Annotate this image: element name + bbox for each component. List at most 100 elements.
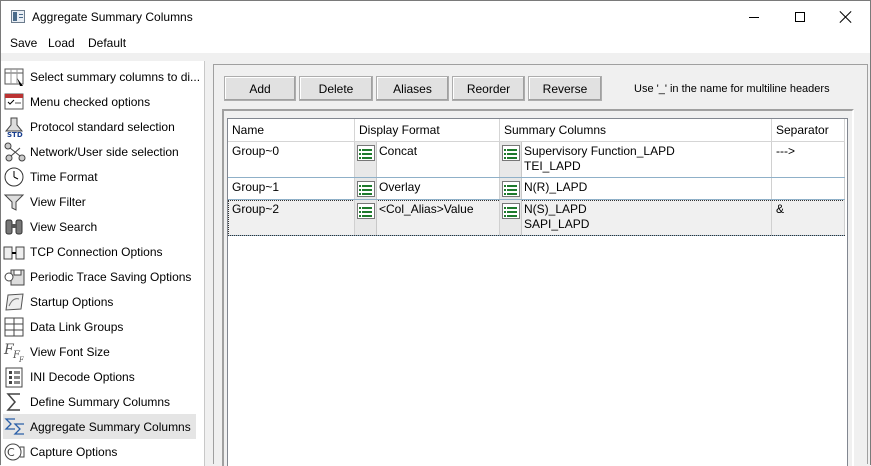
summary-column-item: Supervisory Function_LAPD [524,144,675,158]
window-title: Aggregate Summary Columns [32,10,193,24]
periodic-save-icon [3,266,27,288]
options-sidebar: Select summary columns to di... Menu che… [1,61,204,466]
sidebar-item-select-summary-columns[interactable]: Select summary columns to di... [3,64,202,89]
sidebar-item-label: Menu checked options [30,94,151,109]
table-row[interactable]: Group~2 <Col_Alias>Value N(S)_LAPD SAPI_… [228,200,845,236]
menu-separator [1,53,870,61]
aggregate-columns-grid: Name Display Format Summary Columns Sepa… [227,118,848,466]
sidebar-item-ini-decode[interactable]: INI Decode Options [3,364,202,389]
format-picker[interactable] [355,178,377,199]
minimize-button[interactable] [731,1,777,33]
sidebar-item-network-user-side[interactable]: Network/User side selection [3,139,202,164]
table-row[interactable]: Group~0 Concat Supervisory Function_LAPD… [228,142,845,178]
summary-columns-cell[interactable]: N(R)_LAPD [500,178,772,199]
sidebar-item-label: Aggregate Summary Columns [30,419,191,434]
list-edit-icon [357,203,375,219]
table-row[interactable]: Group~1 Overlay N(R)_LAPD [228,178,845,200]
title-bar: Aggregate Summary Columns [1,1,870,33]
app-window: Aggregate Summary Columns Save Load Defa… [0,0,871,466]
delete-button[interactable]: Delete [299,76,373,101]
sidebar-item-periodic-trace-saving[interactable]: Periodic Trace Saving Options [3,264,202,289]
std-icon: STD [3,116,27,139]
name-cell[interactable]: Group~1 [228,178,355,199]
svg-text:F: F [18,356,25,363]
add-button[interactable]: Add [224,76,296,101]
column-header-name[interactable]: Name [228,119,355,142]
sidebar-item-label: Periodic Trace Saving Options [30,269,192,284]
sidebar-item-capture-options[interactable]: C Capture Options [3,439,202,464]
sidebar-item-protocol-standard[interactable]: STD Protocol standard selection [3,114,202,139]
sidebar-item-label: Network/User side selection [30,144,179,159]
svg-text:C: C [7,446,15,459]
aliases-button[interactable]: Aliases [376,76,449,101]
name-cell[interactable]: Group~0 [228,142,355,177]
sidebar-item-view-filter[interactable]: View Filter [3,189,202,214]
sidebar-item-label: View Font Size [30,344,110,359]
columns-picker[interactable] [500,200,522,235]
format-picker[interactable] [355,200,377,235]
main-panel: Add Delete Aliases Reorder Reverse Use '… [210,61,870,466]
sidebar-item-aggregate-summary-columns[interactable]: Aggregate Summary Columns [3,414,196,439]
sidebar-item-tcp-connection[interactable]: TCP Connection Options [3,239,202,264]
close-button[interactable] [823,1,869,33]
menu-load[interactable]: Load [48,36,75,50]
font-size-icon: FFF [3,341,27,364]
sidebar-item-label: Time Format [30,169,98,184]
separator-cell[interactable]: ---> [772,142,845,177]
summary-column-item: TEI_LAPD [524,159,581,173]
reorder-button[interactable]: Reorder [452,76,525,101]
sidebar-item-label: TCP Connection Options [30,244,163,259]
summary-column-item: N(S)_LAPD [524,202,587,216]
menu-bar: Save Load Default [1,33,870,53]
sidebar-item-menu-checked-options[interactable]: Menu checked options [3,89,202,114]
sidebar-item-label: Select summary columns to di... [30,69,201,84]
data-link-icon [3,316,27,338]
display-format-value: <Col_Alias>Value [379,202,474,216]
display-format-cell[interactable]: Overlay [355,178,500,199]
summary-columns-cell[interactable]: N(S)_LAPD SAPI_LAPD [500,200,772,235]
sigma-icon [3,391,27,413]
ini-decode-icon [3,366,27,388]
column-header-separator[interactable]: Separator [772,119,845,142]
sidebar-item-view-font-size[interactable]: FFF View Font Size [3,339,202,364]
clock-icon [3,166,27,188]
sidebar-item-label: View Filter [30,194,86,209]
sidebar-item-label: Protocol standard selection [30,119,175,134]
sidebar-item-label: Data Link Groups [30,319,124,334]
sidebar-item-time-format[interactable]: Time Format [3,164,202,189]
columns-picker[interactable] [500,178,522,199]
separator-cell[interactable]: & [772,200,845,235]
sidebar-item-label: Startup Options [30,294,114,309]
app-icon [11,10,25,23]
column-header-summary-columns[interactable]: Summary Columns [500,119,772,142]
sidebar-item-define-summary-columns[interactable]: Define Summary Columns [3,389,202,414]
sidebar-item-data-link-groups[interactable]: Data Link Groups [3,314,202,339]
display-format-cell[interactable]: Concat [355,142,500,177]
display-format-value: Overlay [379,180,421,194]
sidebar-item-label: View Search [30,219,98,234]
multiline-header-hint: Use '_' in the name for multiline header… [634,83,830,95]
binoculars-icon [3,216,27,238]
close-icon [840,11,852,23]
summary-columns-cell[interactable]: Supervisory Function_LAPD TEI_LAPD [500,142,772,177]
name-cell[interactable]: Group~2 [228,200,355,235]
aggregate-sigma-icon [3,416,27,438]
separator-cell[interactable] [772,178,845,199]
sidebar-item-startup-options[interactable]: Startup Options [3,289,202,314]
sidebar-item-label: Define Summary Columns [30,394,171,409]
capture-icon: C [3,441,27,463]
reverse-button[interactable]: Reverse [528,76,602,101]
menu-default[interactable]: Default [88,36,126,50]
columns-picker[interactable] [500,142,522,177]
column-header-display-format[interactable]: Display Format [355,119,500,142]
filter-icon [3,191,27,213]
network-user-icon [3,141,27,163]
menu-save[interactable]: Save [10,36,37,50]
sidebar-item-view-search[interactable]: View Search [3,214,202,239]
list-edit-icon [502,181,520,197]
startup-icon [3,291,27,313]
maximize-button[interactable] [777,1,823,33]
display-format-cell[interactable]: <Col_Alias>Value [355,200,500,235]
format-picker[interactable] [355,142,377,177]
svg-text:STD: STD [7,131,23,138]
